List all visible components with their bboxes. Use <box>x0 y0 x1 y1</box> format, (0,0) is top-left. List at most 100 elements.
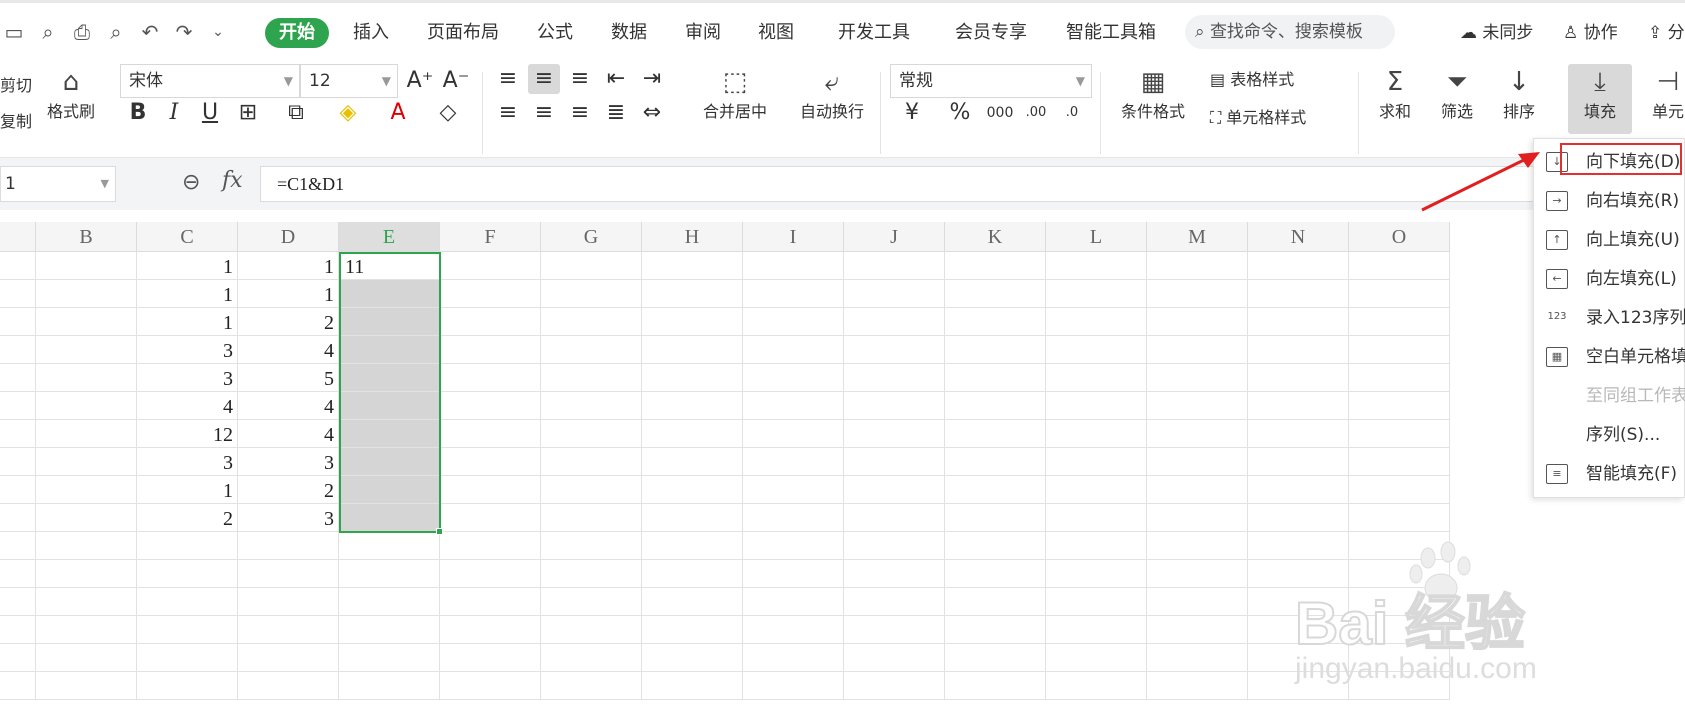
cell-n3[interactable] <box>1248 308 1349 336</box>
cell-m2[interactable] <box>1147 280 1248 308</box>
cell-n9[interactable] <box>1248 476 1349 504</box>
cell-g15[interactable] <box>541 644 642 672</box>
cell[interactable] <box>0 364 36 392</box>
cell-b7[interactable] <box>36 420 137 448</box>
cell-j4[interactable] <box>844 336 945 364</box>
column-header-k[interactable]: K <box>945 222 1046 252</box>
bold-icon[interactable]: B <box>122 98 154 128</box>
cell-f13[interactable] <box>440 588 541 616</box>
cell-j16[interactable] <box>844 672 945 700</box>
cell-g10[interactable] <box>541 504 642 532</box>
cell-j15[interactable] <box>844 644 945 672</box>
cell-j5[interactable] <box>844 364 945 392</box>
cell-c6[interactable]: 4 <box>137 392 238 420</box>
cell-e5[interactable] <box>339 364 440 392</box>
cell-j10[interactable] <box>844 504 945 532</box>
cell-l8[interactable] <box>1046 448 1147 476</box>
cell-h9[interactable] <box>642 476 743 504</box>
cell-h4[interactable] <box>642 336 743 364</box>
cell-d8[interactable]: 3 <box>238 448 339 476</box>
cell[interactable] <box>0 532 36 560</box>
cell-i14[interactable] <box>743 616 844 644</box>
cell-n5[interactable] <box>1248 364 1349 392</box>
column-header-o[interactable]: O <box>1349 222 1450 252</box>
cell-g5[interactable] <box>541 364 642 392</box>
cell-l6[interactable] <box>1046 392 1147 420</box>
cell-d11[interactable] <box>238 532 339 560</box>
distributed-align-icon[interactable]: ⇔ <box>636 98 668 128</box>
fill-button[interactable]: ⤓ 填充 <box>1568 64 1632 134</box>
cell-f10[interactable] <box>440 504 541 532</box>
cell-b12[interactable] <box>36 560 137 588</box>
cell-o2[interactable] <box>1349 280 1450 308</box>
cell-i11[interactable] <box>743 532 844 560</box>
cell-m1[interactable] <box>1147 252 1248 280</box>
cell-m13[interactable] <box>1147 588 1248 616</box>
cell-m5[interactable] <box>1147 364 1248 392</box>
cell-f12[interactable] <box>440 560 541 588</box>
fill-menu-item[interactable]: ≡ 智能填充(F) <box>1534 455 1685 493</box>
cell-g2[interactable] <box>541 280 642 308</box>
cell-g8[interactable] <box>541 448 642 476</box>
cell-l12[interactable] <box>1046 560 1147 588</box>
cell-j3[interactable] <box>844 308 945 336</box>
indent-increase-icon[interactable]: ⇥ <box>636 64 668 94</box>
cell-c11[interactable] <box>137 532 238 560</box>
cell-e3[interactable] <box>339 308 440 336</box>
number-format-select[interactable]: 常规 ▼ <box>890 64 1092 98</box>
search-input[interactable]: ⌕ 查找命令、搜索模板 <box>1185 15 1395 49</box>
cell-k4[interactable] <box>945 336 1046 364</box>
name-box[interactable]: 1 ▼ <box>0 166 116 202</box>
cell-o6[interactable] <box>1349 392 1450 420</box>
cell-i6[interactable] <box>743 392 844 420</box>
cell-d2[interactable]: 1 <box>238 280 339 308</box>
cell-l11[interactable] <box>1046 532 1147 560</box>
cell-d14[interactable] <box>238 616 339 644</box>
merge-center-button[interactable]: ⬚ 合并居中 <box>685 64 785 124</box>
cell-i10[interactable] <box>743 504 844 532</box>
cell-h7[interactable] <box>642 420 743 448</box>
cell-c4[interactable]: 3 <box>137 336 238 364</box>
cell-shape-icon[interactable]: ⧉ <box>280 98 312 128</box>
cell-c14[interactable] <box>137 616 238 644</box>
tab-review[interactable]: 审阅 <box>685 18 721 48</box>
cell-k13[interactable] <box>945 588 1046 616</box>
cell[interactable] <box>0 280 36 308</box>
cell-h8[interactable] <box>642 448 743 476</box>
cell-i8[interactable] <box>743 448 844 476</box>
cell-c3[interactable]: 1 <box>137 308 238 336</box>
column-header-f[interactable]: F <box>440 222 541 252</box>
undo-icon[interactable]: ↶ <box>136 18 164 46</box>
cell-n6[interactable] <box>1248 392 1349 420</box>
cell-c1[interactable]: 1 <box>137 252 238 280</box>
cell-n10[interactable] <box>1248 504 1349 532</box>
cell-e4[interactable] <box>339 336 440 364</box>
cell[interactable] <box>0 420 36 448</box>
cell[interactable] <box>0 560 36 588</box>
cell[interactable] <box>0 476 36 504</box>
cell-k10[interactable] <box>945 504 1046 532</box>
cell-b8[interactable] <box>36 448 137 476</box>
cell-b1[interactable] <box>36 252 137 280</box>
cell-b16[interactable] <box>36 672 137 700</box>
align-middle-icon[interactable]: ≡ <box>528 64 560 94</box>
tab-smart-toolbox[interactable]: 智能工具箱 <box>1066 18 1156 48</box>
cell-c15[interactable] <box>137 644 238 672</box>
cell-b3[interactable] <box>36 308 137 336</box>
cell-i1[interactable] <box>743 252 844 280</box>
cell-e2[interactable] <box>339 280 440 308</box>
cell-n4[interactable] <box>1248 336 1349 364</box>
column-header-e[interactable]: E <box>339 222 440 252</box>
cell-b13[interactable] <box>36 588 137 616</box>
cell-c13[interactable] <box>137 588 238 616</box>
fill-menu-item[interactable]: ← 向左填充(L) <box>1534 260 1685 298</box>
cell-l4[interactable] <box>1046 336 1147 364</box>
cell-h12[interactable] <box>642 560 743 588</box>
cell-j12[interactable] <box>844 560 945 588</box>
cell-j13[interactable] <box>844 588 945 616</box>
cell-h13[interactable] <box>642 588 743 616</box>
cell-e8[interactable] <box>339 448 440 476</box>
currency-icon[interactable]: ¥ <box>896 98 928 128</box>
cell-h3[interactable] <box>642 308 743 336</box>
cell-b15[interactable] <box>36 644 137 672</box>
